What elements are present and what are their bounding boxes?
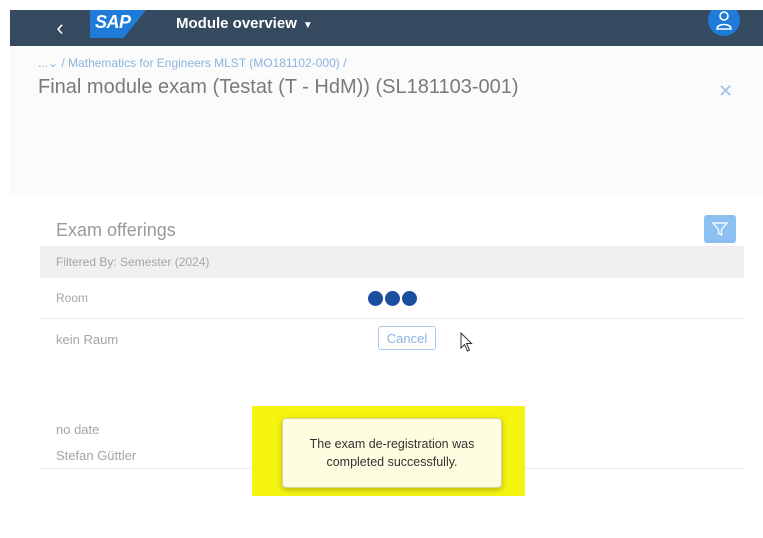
shell-title-label: Module overview xyxy=(176,15,297,32)
user-icon xyxy=(716,11,732,30)
mouse-pointer-icon xyxy=(460,332,473,352)
breadcrumb-link-module[interactable]: Mathematics for Engineers MLST (MO181102… xyxy=(68,56,340,70)
busy-dot xyxy=(368,291,383,306)
module-overview-menu[interactable]: Module overview ▼ xyxy=(176,10,313,46)
filter-icon xyxy=(712,222,728,237)
busy-indicator xyxy=(368,291,417,306)
caret-down-icon: ▼ xyxy=(302,20,313,31)
chevron-left-icon: ‹ xyxy=(56,15,64,40)
breadcrumb-separator: / xyxy=(343,56,347,70)
date-value: no date xyxy=(56,422,100,437)
object-header: ...⌄ / Mathematics for Engineers MLST (M… xyxy=(10,46,763,196)
close-icon: ✕ xyxy=(718,81,734,101)
message-toast: The exam de-registration was completed s… xyxy=(282,418,502,488)
sap-logo: SAP xyxy=(90,10,146,38)
busy-dot xyxy=(385,291,400,306)
busy-dot xyxy=(402,291,417,306)
table-header: Room xyxy=(40,278,744,319)
examiner-name: Stefan Güttler xyxy=(56,448,137,463)
column-header-room: Room xyxy=(56,291,89,305)
back-button[interactable]: ‹ xyxy=(48,10,72,46)
filter-info-text: Filtered By: Semester (2024) xyxy=(56,255,210,269)
close-button[interactable]: ✕ xyxy=(718,81,733,102)
cancel-button[interactable]: Cancel xyxy=(378,326,436,350)
section-title: Exam offerings xyxy=(56,220,176,240)
room-value: kein Raum xyxy=(56,332,119,347)
page-title: Final module exam (Testat (T - HdM)) (SL… xyxy=(38,76,519,98)
toast-message: The exam de-registration was completed s… xyxy=(309,437,475,469)
shell-bar: ‹ SAP Module overview ▼ xyxy=(10,10,763,46)
breadcrumb-overflow[interactable]: ...⌄ / xyxy=(38,56,65,70)
breadcrumb: ...⌄ / Mathematics for Engineers MLST (M… xyxy=(38,56,346,70)
user-avatar-button[interactable] xyxy=(708,10,740,36)
filter-info-bar: Filtered By: Semester (2024) xyxy=(40,246,744,278)
logo-text: SAP xyxy=(95,12,131,32)
filter-button[interactable] xyxy=(704,215,736,243)
